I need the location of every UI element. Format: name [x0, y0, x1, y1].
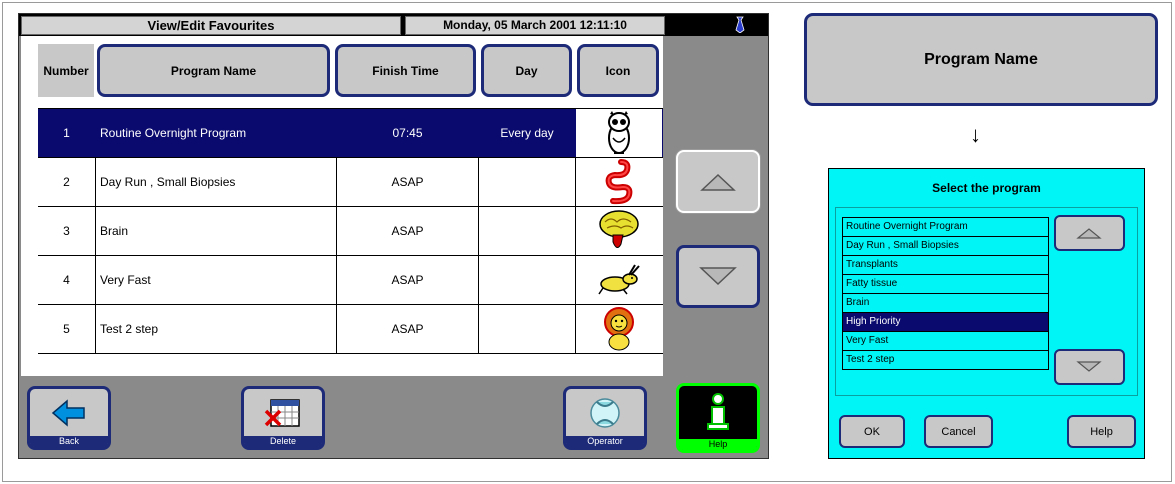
arrow-down-icon: ↓	[970, 122, 981, 147]
favourites-table: 1 Routine Overnight Program 07:45 Every …	[38, 108, 663, 354]
triangle-up-icon	[1076, 228, 1102, 239]
row-day	[479, 256, 576, 304]
row-number: 1	[38, 109, 96, 157]
tie-icon	[735, 16, 745, 33]
delete-calendar-icon	[244, 393, 322, 433]
row-day: Every day	[479, 109, 576, 157]
back-button[interactable]: Back	[27, 386, 111, 450]
row-day	[479, 207, 576, 255]
dialog-title: Select the program	[932, 181, 1041, 195]
row-finish-time: ASAP	[337, 207, 479, 255]
row-number: 4	[38, 256, 96, 304]
table-row[interactable]: 3 Brain ASAP	[38, 207, 663, 256]
table-row[interactable]: 4 Very Fast ASAP	[38, 256, 663, 305]
list-item[interactable]: Routine Overnight Program	[843, 218, 1048, 237]
operator-button[interactable]: Operator	[563, 386, 647, 450]
row-day	[479, 305, 576, 353]
table-row[interactable]: 1 Routine Overnight Program 07:45 Every …	[38, 109, 663, 158]
column-header-number: Number	[38, 44, 94, 97]
column-header-finish-time[interactable]: Finish Time	[335, 44, 476, 97]
list-item[interactable]: Day Run , Small Biopsies	[843, 237, 1048, 256]
favourites-content: Number Program Name Finish Time Day Icon…	[21, 36, 663, 376]
row-finish-time: ASAP	[337, 256, 479, 304]
column-header-program-name[interactable]: Program Name	[97, 44, 330, 97]
bottom-toolbar: Back Delete Operator Help	[19, 377, 768, 458]
help-label: Help	[679, 439, 757, 450]
triangle-down-icon	[699, 267, 737, 286]
title-bar: View/Edit Favourites Monday, 05 March 20…	[19, 14, 768, 36]
scroll-up-button[interactable]	[676, 150, 760, 213]
row-program-name: Test 2 step	[96, 305, 337, 353]
list-item[interactable]: Very Fast	[843, 332, 1048, 351]
operator-label: Operator	[566, 436, 644, 447]
help-button[interactable]: Help	[676, 383, 760, 453]
delete-label: Delete	[244, 436, 322, 447]
list-item[interactable]: Fatty tissue	[843, 275, 1048, 294]
list-scroll-up-button[interactable]	[1054, 215, 1125, 251]
operator-icon	[566, 393, 644, 433]
row-program-name: Brain	[96, 207, 337, 255]
table-row[interactable]: 2 Day Run , Small Biopsies ASAP	[38, 158, 663, 207]
cancel-button[interactable]: Cancel	[924, 415, 993, 448]
screen-title: View/Edit Favourites	[21, 16, 401, 35]
select-program-dialog: Select the program Routine Overnight Pro…	[828, 168, 1145, 459]
datetime-display: Monday, 05 March 2001 12:11:10	[405, 16, 665, 35]
list-item-selected[interactable]: High Priority	[843, 313, 1048, 332]
row-program-name: Very Fast	[96, 256, 337, 304]
table-row[interactable]: 5 Test 2 step ASAP	[38, 305, 663, 354]
row-finish-time: ASAP	[337, 158, 479, 206]
program-name-button-label: Program Name	[924, 50, 1038, 68]
program-list: Routine Overnight Program Day Run , Smal…	[842, 217, 1049, 370]
triangle-up-icon	[700, 173, 736, 191]
row-day	[479, 158, 576, 206]
row-number: 5	[38, 305, 96, 353]
triangle-down-icon	[1076, 361, 1102, 372]
help-button[interactable]: Help	[1067, 415, 1136, 448]
favourites-screen: View/Edit Favourites Monday, 05 March 20…	[18, 13, 769, 459]
row-number: 2	[38, 158, 96, 206]
delete-button[interactable]: Delete	[241, 386, 325, 450]
row-program-name: Day Run , Small Biopsies	[96, 158, 337, 206]
column-header-day[interactable]: Day	[481, 44, 572, 97]
back-arrow-icon	[30, 393, 108, 433]
lion-icon	[576, 305, 662, 353]
ok-button[interactable]: OK	[839, 415, 905, 448]
column-header-icon[interactable]: Icon	[577, 44, 659, 97]
row-finish-time: 07:45	[337, 109, 479, 157]
row-program-name: Routine Overnight Program	[96, 109, 337, 157]
row-number: 3	[38, 207, 96, 255]
intestine-icon	[576, 158, 662, 206]
owl-icon	[576, 109, 662, 157]
hare-icon	[576, 256, 662, 304]
row-finish-time: ASAP	[337, 305, 479, 353]
back-label: Back	[30, 436, 108, 447]
list-item[interactable]: Brain	[843, 294, 1048, 313]
scroll-down-button[interactable]	[676, 245, 760, 308]
list-item[interactable]: Test 2 step	[843, 351, 1048, 370]
list-scroll-down-button[interactable]	[1054, 349, 1125, 385]
program-name-header-button[interactable]: Program Name	[804, 13, 1158, 106]
brain-icon	[576, 207, 662, 255]
list-item[interactable]: Transplants	[843, 256, 1048, 275]
info-icon	[679, 392, 757, 432]
